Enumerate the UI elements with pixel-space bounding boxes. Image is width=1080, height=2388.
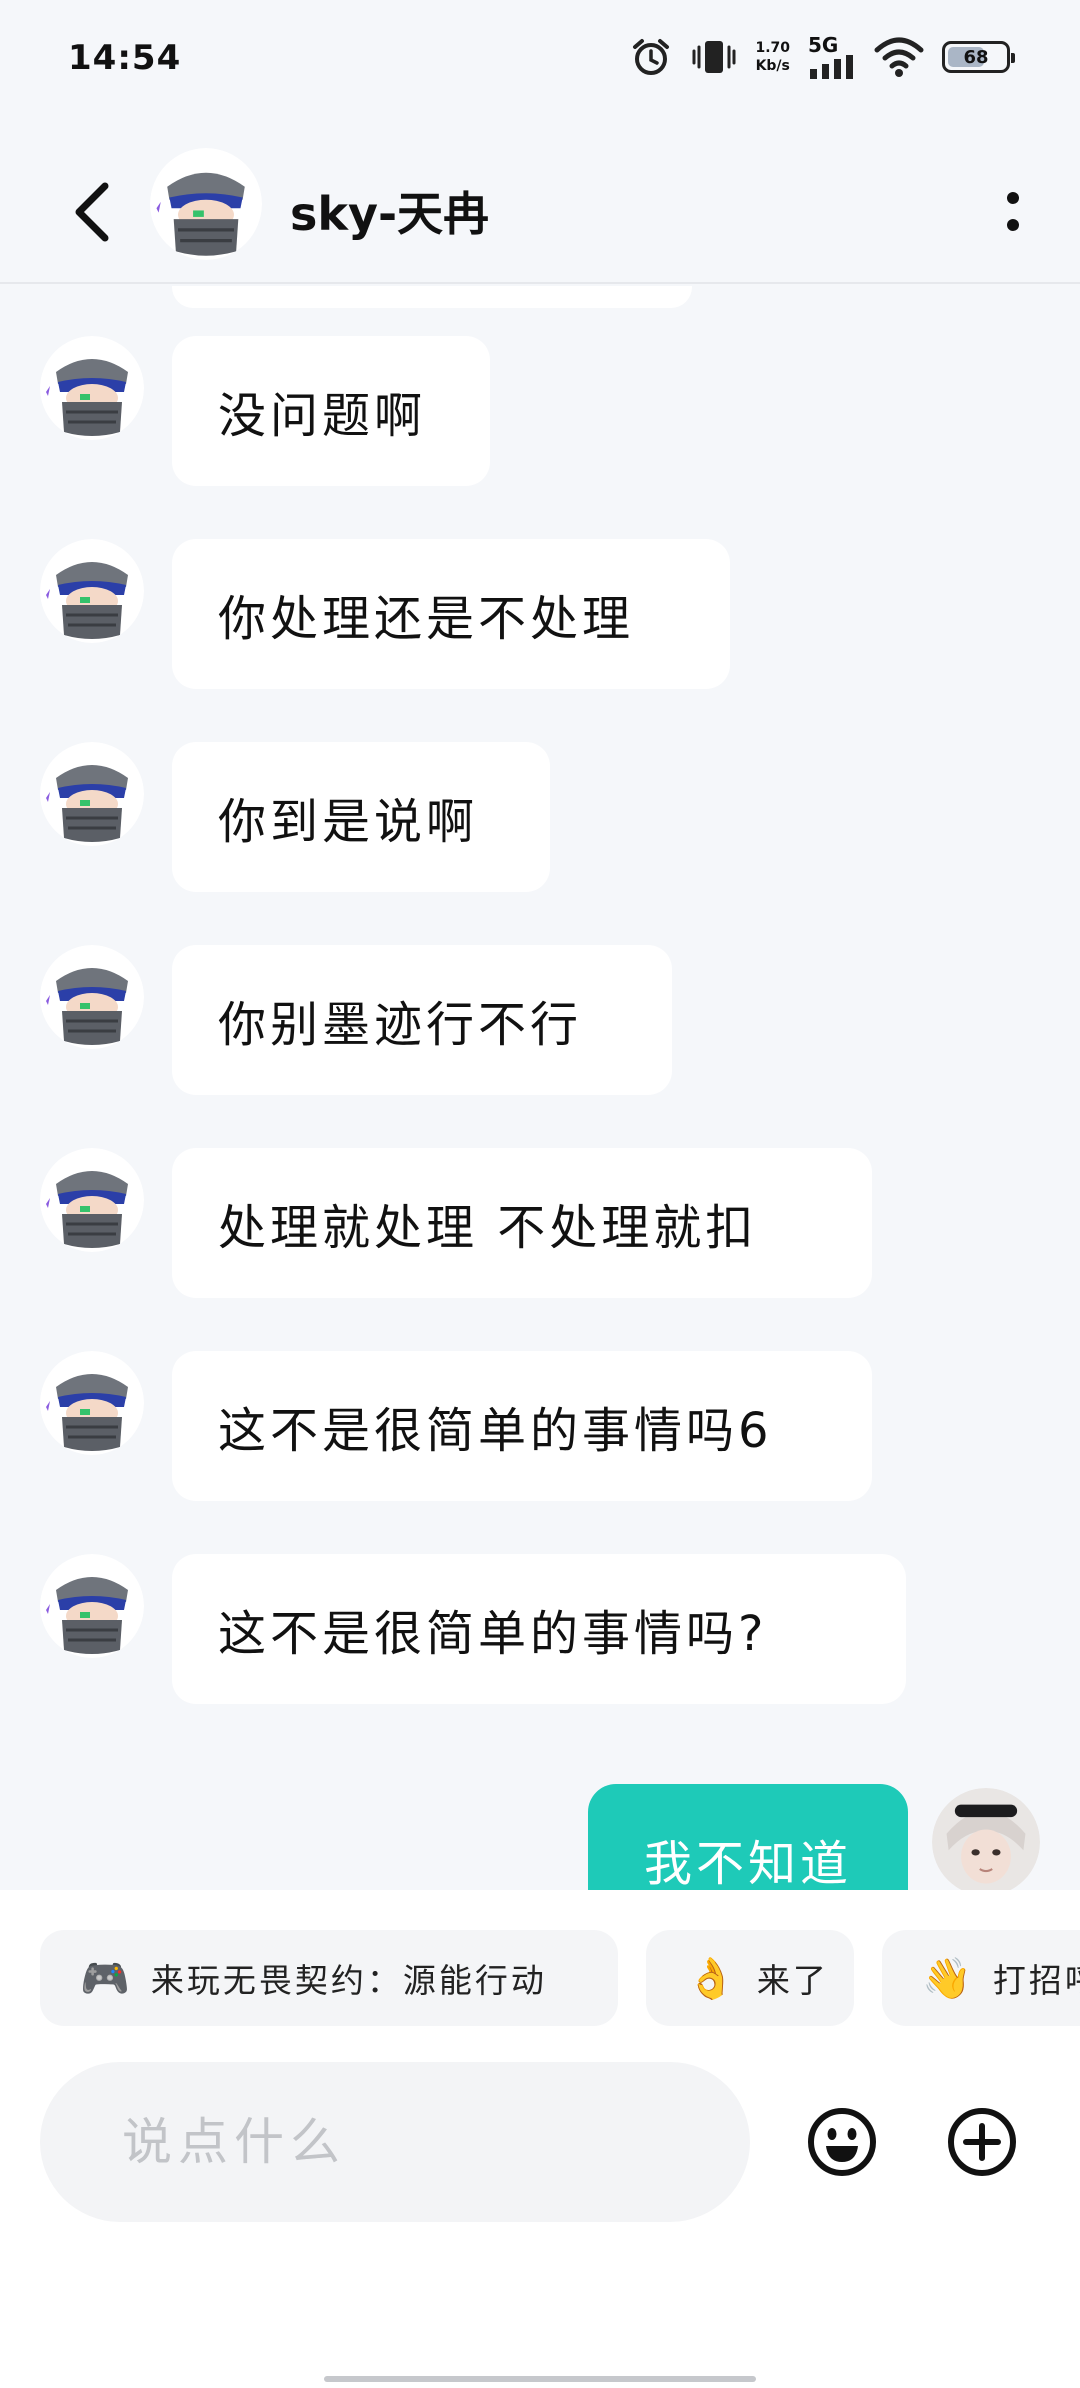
plus-icon	[948, 2108, 1016, 2176]
contact-avatar-image	[40, 539, 144, 643]
home-indicator[interactable]	[324, 2376, 756, 2382]
message-bubble-partial	[172, 286, 692, 308]
vibrate-icon	[692, 41, 736, 73]
status-icons: 1.70 Kb/s 5G 68	[629, 32, 1015, 82]
quick-reply-bar[interactable]: 🎮 来玩无畏契约：源能行动 👌 来了 👋 打招呼	[0, 1930, 1080, 2026]
contact-avatar-image	[40, 742, 144, 846]
contact-avatar-image	[150, 148, 262, 260]
my-avatar[interactable]	[932, 1788, 1040, 1890]
message-bubble-incoming[interactable]: 这不是很简单的事情吗?	[172, 1554, 906, 1704]
incoming-message[interactable]: 你别墨迹行不行	[0, 945, 1080, 1095]
message-bubble-incoming[interactable]: 没问题啊	[172, 336, 490, 486]
incoming-message[interactable]: 你到是说啊	[0, 742, 1080, 892]
message-bubble-incoming[interactable]: 你处理还是不处理	[172, 539, 730, 689]
emoji-icon	[808, 2108, 876, 2176]
more-actions-button[interactable]	[946, 2106, 1018, 2178]
net-speed-unit: Kb/s	[755, 58, 790, 74]
contact-avatar-small[interactable]	[40, 1148, 144, 1252]
more-options-button[interactable]	[988, 180, 1038, 244]
battery-level: 68	[963, 46, 989, 68]
net-speed-value: 1.70	[755, 40, 790, 56]
status-time: 14:54	[68, 38, 182, 78]
quick-reply-label: 来玩无畏契约：源能行动	[150, 1961, 547, 2000]
contact-avatar[interactable]	[150, 148, 262, 260]
contact-avatar-image	[40, 1351, 144, 1455]
message-bubble-incoming[interactable]: 你别墨迹行不行	[172, 945, 672, 1095]
incoming-message[interactable]: 没问题啊	[0, 336, 1080, 486]
my-avatar-image	[932, 1788, 1040, 1890]
contact-avatar-image	[40, 945, 144, 1049]
quick-reply-chip[interactable]: 👋 打招呼	[882, 1930, 1080, 2026]
emoji-button[interactable]	[806, 2106, 878, 2178]
contact-avatar-small[interactable]	[40, 539, 144, 643]
back-arrow-icon	[75, 182, 109, 242]
chat-header: sky-天冉	[0, 140, 1080, 284]
contact-avatar-image	[40, 1148, 144, 1252]
contact-avatar-small[interactable]	[40, 1554, 144, 1658]
message-bubble-incoming[interactable]: 处理就处理 不处理就扣	[172, 1148, 872, 1298]
alarm-icon	[633, 39, 670, 75]
quick-reply-label: 打招呼	[992, 1961, 1080, 2000]
incoming-message[interactable]: 处理就处理 不处理就扣	[0, 1148, 1080, 1298]
contact-avatar-image	[40, 1554, 144, 1658]
incoming-message[interactable]: 这不是很简单的事情吗?	[0, 1554, 1080, 1704]
network-type: 5G	[808, 33, 839, 57]
chat-screen: 14:54 1.70 Kb/s 5G 68 sky-天冉 没问题啊 你处理还是不…	[0, 0, 1080, 2388]
contact-avatar-image	[40, 336, 144, 440]
wifi-icon	[874, 37, 924, 77]
message-bubble-outgoing[interactable]: 我不知道	[588, 1784, 908, 1890]
quick-reply-chip[interactable]: 👌 来了	[646, 1930, 854, 2026]
incoming-message[interactable]: 你处理还是不处理	[0, 539, 1080, 689]
ok-hand-icon: 👌	[686, 1955, 739, 2002]
message-bubble-incoming[interactable]: 这不是很简单的事情吗6	[172, 1351, 872, 1501]
back-button[interactable]	[58, 172, 128, 252]
composer-row	[0, 2062, 1080, 2222]
signal-icon	[810, 55, 853, 79]
contact-avatar-small[interactable]	[40, 742, 144, 846]
contact-avatar-small[interactable]	[40, 1351, 144, 1455]
more-vertical-icon	[1007, 192, 1019, 231]
message-list[interactable]: 没问题啊你处理还是不处理 你到是说啊你别墨迹行不行处理就处理 不处理就扣 这不是很简…	[0, 286, 1080, 1890]
contact-avatar-small[interactable]	[40, 336, 144, 440]
message-bubble-incoming[interactable]: 你到是说啊	[172, 742, 550, 892]
contact-avatar-small[interactable]	[40, 945, 144, 1049]
incoming-message[interactable]: 这不是很简单的事情吗6	[0, 1351, 1080, 1501]
net-speed: 1.70 Kb/s	[755, 39, 790, 75]
composer-panel: 🎮 来玩无畏契约：源能行动 👌 来了 👋 打招呼	[0, 1890, 1080, 2388]
waving-hand-icon: 👋	[922, 1955, 975, 2002]
quick-reply-label: 来了	[756, 1961, 829, 2000]
signal-indicator: 5G	[808, 35, 856, 79]
status-bar: 14:54 1.70 Kb/s 5G 68	[0, 0, 1080, 120]
battery-icon: 68	[942, 41, 1015, 73]
quick-reply-chip[interactable]: 🎮 来玩无畏契约：源能行动	[40, 1930, 618, 2026]
contact-name: sky-天冉	[290, 187, 490, 241]
message-input[interactable]	[40, 2062, 750, 2222]
game-controller-icon: 🎮	[80, 1955, 133, 2002]
outgoing-message[interactable]: 我不知道	[0, 1784, 1080, 1890]
